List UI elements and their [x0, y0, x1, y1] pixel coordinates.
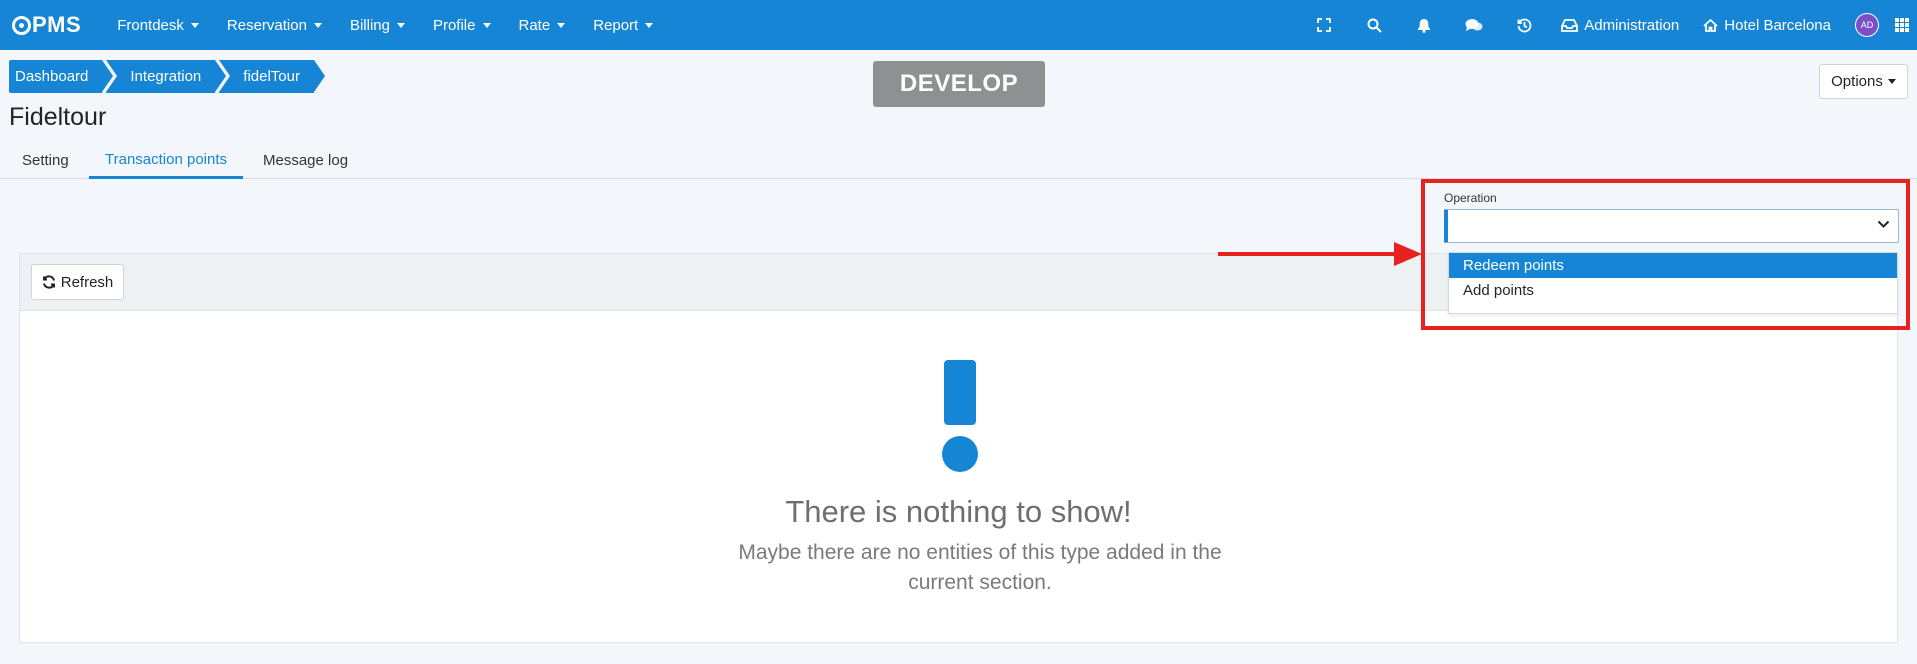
page-title: Fideltour [9, 103, 107, 131]
option-add-points[interactable]: Add points [1449, 278, 1897, 303]
tab-setting[interactable]: Setting [22, 142, 69, 179]
breadcrumb: Dashboard Integration fidelTour [9, 60, 325, 93]
fullscreen-icon[interactable] [1299, 0, 1349, 50]
menu-label: Frontdesk [117, 16, 184, 34]
menu-label: Billing [349, 16, 390, 34]
history-icon[interactable] [1499, 0, 1549, 50]
hotel-selector[interactable]: Hotel Barcelona [1691, 17, 1843, 34]
annotation-arrow-icon [1218, 242, 1422, 266]
brand-logo[interactable]: PMS [12, 12, 81, 38]
menu-frontdesk[interactable]: Frontdesk [103, 17, 213, 34]
operation-label: Operation [1444, 191, 1497, 205]
menu-reservation[interactable]: Reservation [213, 17, 336, 34]
apps-grid-icon[interactable] [1895, 18, 1909, 32]
hotel-name: Hotel Barcelona [1724, 16, 1831, 34]
avatar[interactable]: AD [1855, 13, 1879, 37]
tab-message-log[interactable]: Message log [263, 142, 348, 179]
brand-logo-mark [12, 15, 31, 35]
exclamation-icon [942, 360, 978, 472]
breadcrumb-integration[interactable]: Integration [106, 60, 227, 93]
caret-down-icon [396, 22, 405, 28]
brand-name: PMS [32, 12, 82, 37]
bell-icon[interactable] [1399, 0, 1449, 50]
menu-rate[interactable]: Rate [505, 17, 580, 34]
menu-billing[interactable]: Billing [336, 17, 419, 34]
menu-label: Report [593, 16, 639, 34]
empty-state-subtitle: Maybe there are no entities of this type… [738, 541, 1222, 594]
caret-down-icon [190, 22, 199, 28]
options-button[interactable]: Options [1819, 64, 1908, 99]
menu-label: Rate [518, 16, 551, 34]
breadcrumb-fideltour[interactable]: fidelTour [219, 60, 325, 93]
environment-badge: DEVELOP [873, 61, 1045, 107]
caret-down-icon [645, 22, 654, 28]
caret-down-icon [482, 22, 491, 28]
main-menu: Frontdesk Reservation Billing Profile Ra… [103, 17, 667, 34]
chevron-down-icon [1877, 220, 1890, 228]
inbox-icon [1561, 18, 1579, 32]
caret-down-icon [557, 22, 566, 28]
chat-icon[interactable] [1449, 0, 1499, 50]
operation-select[interactable] [1444, 209, 1899, 243]
breadcrumb-dashboard[interactable]: Dashboard [9, 60, 114, 93]
menu-label: Profile [432, 16, 476, 34]
caret-down-icon [1887, 79, 1896, 84]
administration-link[interactable]: Administration [1549, 17, 1691, 34]
empty-state-title: There is nothing to show! [785, 494, 1132, 529]
search-icon[interactable] [1349, 0, 1399, 50]
options-label: Options [1831, 73, 1883, 90]
refresh-button[interactable]: Refresh [31, 264, 124, 300]
menu-label: Reservation [226, 16, 307, 34]
home-icon [1703, 18, 1718, 32]
administration-label: Administration [1584, 16, 1680, 34]
top-navbar: PMS Frontdesk Reservation Billing Profil… [0, 0, 1917, 50]
refresh-label: Refresh [60, 273, 114, 291]
menu-profile[interactable]: Profile [419, 17, 505, 34]
menu-report[interactable]: Report [579, 17, 667, 34]
tab-bar: Setting Transaction points Message log [0, 142, 1917, 179]
option-redeem-points[interactable]: Redeem points [1449, 253, 1897, 278]
caret-down-icon [313, 22, 322, 28]
operation-options-list: Redeem points Add points [1448, 252, 1898, 314]
tab-transaction-points[interactable]: Transaction points [89, 142, 244, 179]
navbar-right: Administration Hotel Barcelona AD [1299, 0, 1917, 50]
refresh-icon [42, 275, 55, 289]
